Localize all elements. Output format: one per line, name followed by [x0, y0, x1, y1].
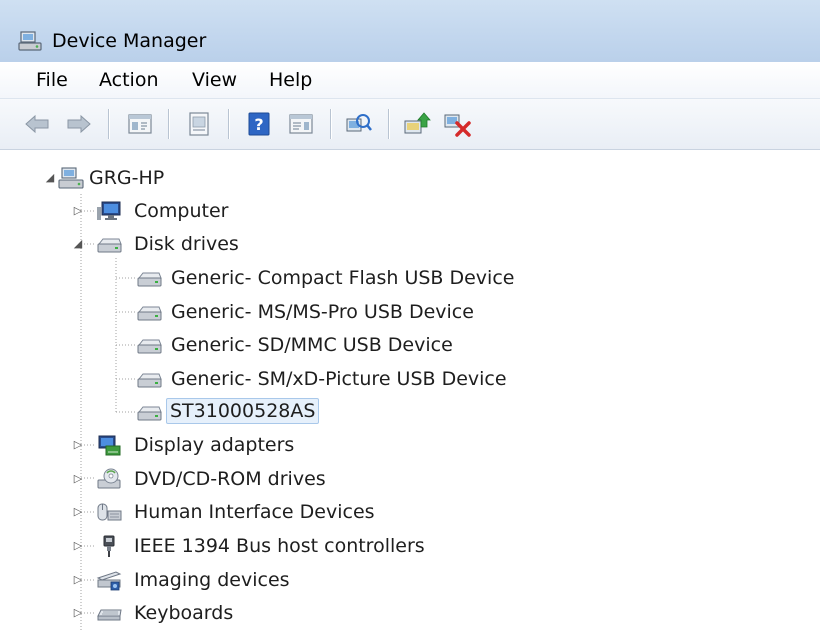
title-bar: Device Manager: [0, 0, 820, 62]
tree-label-display-adapters: Display adapters: [134, 434, 295, 456]
tree-label-imaging: Imaging devices: [134, 569, 290, 591]
menu-help[interactable]: Help: [265, 66, 316, 94]
toolbar-separator: [330, 109, 331, 139]
collapse-triangle-icon[interactable]: ◢: [44, 172, 56, 184]
help-icon[interactable]: ?: [244, 109, 274, 139]
display-adapter-icon: [98, 435, 121, 456]
toolbar-separator: [228, 109, 229, 139]
window-title: Device Manager: [52, 30, 207, 52]
tree-node-computer[interactable]: ▷ Computer: [0, 196, 820, 226]
expand-triangle-icon[interactable]: ▷: [72, 205, 84, 217]
tree-label-disk-item: Generic- SM/xD-Picture USB Device: [171, 368, 507, 390]
disk-drive-icon: [97, 238, 122, 253]
disk-drive-icon: [137, 339, 162, 354]
scan-hardware-changes-icon[interactable]: [343, 109, 373, 139]
tree-node-disk-item[interactable]: Generic- SD/MMC USB Device: [0, 330, 820, 360]
device-tree: ◢ GRG-HP ▷ Computer ◢ Disk drives Generi…: [0, 156, 820, 630]
tree-label-hid: Human Interface Devices: [134, 501, 375, 523]
tree-label-computer: Computer: [134, 200, 229, 222]
tree-label-disk-item: Generic- SD/MMC USB Device: [171, 334, 453, 356]
show-hide-console-tree-icon[interactable]: [125, 109, 155, 139]
keyboard-icon: [97, 609, 122, 621]
menu-file[interactable]: File: [32, 66, 72, 94]
tree-label-disk-item: Generic- Compact Flash USB Device: [171, 267, 515, 289]
tree-node-disk-item[interactable]: Generic- Compact Flash USB Device: [0, 263, 820, 293]
device-manager-icon: [18, 31, 42, 51]
tree-label-disk-drives: Disk drives: [134, 233, 239, 255]
dvd-drive-icon: [97, 468, 121, 489]
tree-label-root: GRG-HP: [89, 167, 165, 189]
menu-action[interactable]: Action: [95, 66, 163, 94]
computer-root-icon: [58, 167, 84, 189]
toolbar: ?: [0, 99, 820, 150]
update-driver-icon[interactable]: [402, 109, 432, 139]
tree-node-keyboards[interactable]: ▷ Keyboards: [0, 598, 820, 628]
expand-triangle-icon[interactable]: ▷: [72, 607, 84, 619]
toolbar-separator: [388, 109, 389, 139]
expand-triangle-icon[interactable]: ▷: [72, 506, 84, 518]
menu-view[interactable]: View: [188, 66, 241, 94]
tree-node-ieee1394[interactable]: ▷ IEEE 1394 Bus host controllers: [0, 531, 820, 561]
toolbar-separator: [168, 109, 169, 139]
tree-label-disk-item: Generic- MS/MS-Pro USB Device: [171, 301, 474, 323]
properties-icon[interactable]: [184, 109, 214, 139]
expand-triangle-icon[interactable]: ▷: [72, 439, 84, 451]
expand-triangle-icon[interactable]: ▷: [72, 540, 84, 552]
tree-node-root[interactable]: ◢ GRG-HP: [0, 163, 820, 193]
tree-node-imaging[interactable]: ▷ Imaging devices: [0, 565, 820, 595]
tree-label-keyboards: Keyboards: [134, 602, 234, 624]
tree-node-disk-item-selected[interactable]: ST31000528AS: [0, 397, 820, 427]
firewire-connector-icon: [103, 535, 115, 557]
forward-arrow-icon[interactable]: [64, 109, 94, 139]
back-arrow-icon[interactable]: [22, 109, 52, 139]
svg-text:?: ?: [254, 115, 263, 134]
disk-drive-icon: [137, 406, 162, 421]
expand-triangle-icon[interactable]: ▷: [72, 574, 84, 586]
disk-drive-icon: [137, 272, 162, 287]
tree-label-ieee1394: IEEE 1394 Bus host controllers: [134, 535, 425, 557]
tree-node-dvd-cdrom[interactable]: ▷ DVD/CD-ROM drives: [0, 464, 820, 494]
disk-drive-icon: [137, 373, 162, 388]
tree-label-selected-disk: ST31000528AS: [166, 398, 320, 424]
tree-label-dvd-cdrom: DVD/CD-ROM drives: [134, 468, 326, 490]
computer-icon: [97, 201, 121, 220]
disk-drive-icon: [137, 306, 162, 321]
action-pane-icon[interactable]: [286, 109, 316, 139]
human-interface-device-icon: [97, 503, 122, 521]
tree-node-display-adapters[interactable]: ▷ Display adapters: [0, 430, 820, 460]
tree-node-disk-item[interactable]: Generic- SM/xD-Picture USB Device: [0, 364, 820, 394]
scanner-icon: [96, 571, 122, 591]
expand-triangle-icon[interactable]: ▷: [72, 473, 84, 485]
tree-node-disk-drives[interactable]: ◢ Disk drives: [0, 229, 820, 259]
tree-node-disk-item[interactable]: Generic- MS/MS-Pro USB Device: [0, 297, 820, 327]
collapse-triangle-icon[interactable]: ◢: [72, 238, 84, 250]
tree-node-hid[interactable]: ▷ Human Interface Devices: [0, 497, 820, 527]
uninstall-device-icon[interactable]: [442, 109, 472, 139]
toolbar-separator: [108, 109, 109, 139]
menu-bar: File Action View Help: [0, 62, 820, 99]
